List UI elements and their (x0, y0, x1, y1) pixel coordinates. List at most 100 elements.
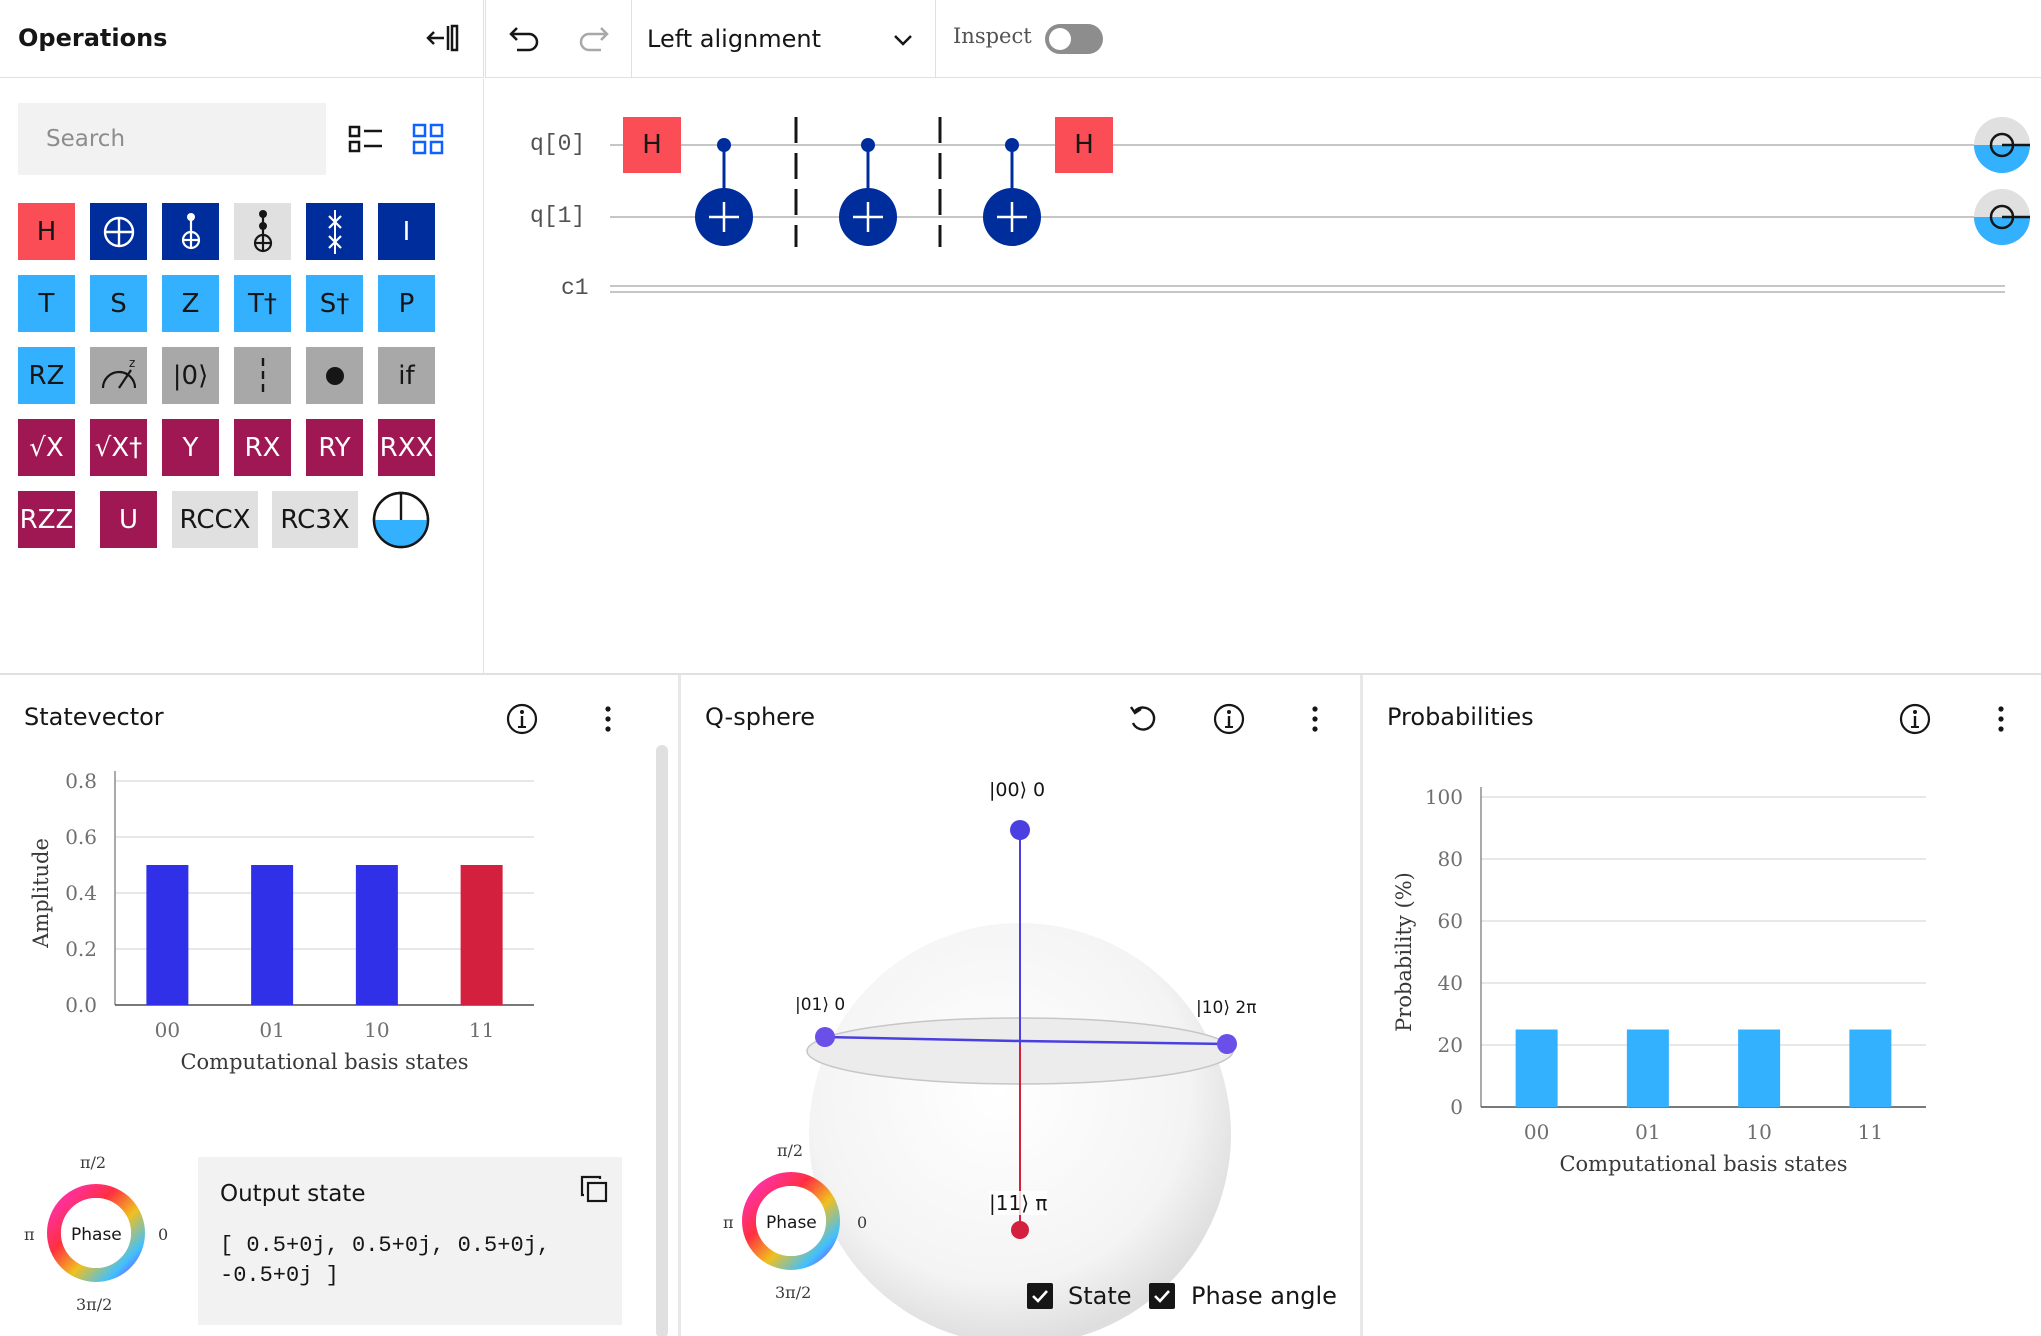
x-tick-label: 00 (155, 1018, 180, 1042)
gate-tdag[interactable]: T† (234, 275, 291, 332)
gate-rccx[interactable]: RCCX (172, 491, 258, 548)
barrier-gate[interactable] (234, 347, 291, 404)
circuit-h-gate[interactable] (1055, 117, 1113, 173)
gate-label: if (398, 360, 415, 391)
probability-disk-gate[interactable] (372, 491, 429, 548)
output-state-value: [ 0.5+0j, 0.5+0j, 0.5+0j, -0.5+0j ] (220, 1233, 551, 1288)
gate-rc3x[interactable]: RC3X (272, 491, 358, 548)
grid-view-icon[interactable] (408, 119, 448, 159)
gate-z[interactable]: Z (162, 275, 219, 332)
operations-title: Operations (18, 24, 168, 52)
phase-label-bottom: 3π/2 (76, 1295, 113, 1314)
state-checkbox-label: State (1068, 1282, 1132, 1310)
gate-ry[interactable]: RY (306, 419, 363, 476)
x-tick-label: 11 (469, 1018, 494, 1042)
y-tick-label: 0.8 (65, 769, 97, 793)
control-dot-icon (323, 364, 347, 388)
gate-p[interactable]: P (378, 275, 435, 332)
state-checkbox[interactable] (1027, 1283, 1053, 1309)
y-tick-label: 20 (1438, 1033, 1463, 1057)
bar-00[interactable] (146, 865, 189, 1005)
output-state-box: Output state [ 0.5+0j, 0.5+0j, 0.5+0j, -… (198, 1157, 622, 1325)
probability-disk-icon (372, 491, 430, 549)
controlled-x-gate[interactable] (162, 203, 219, 260)
swap-icon (318, 208, 352, 256)
gate-0[interactable]: |0⟩ (162, 347, 219, 404)
visualization-panels: Statevector 0.0 0.2 0.4 0.6 0.8 00 01 10 11 Compu… (0, 673, 2041, 1336)
panel-scrollbar[interactable] (656, 745, 668, 1336)
gate-sdag[interactable]: S† (306, 275, 363, 332)
redo-icon[interactable] (575, 20, 615, 60)
toffoli-icon (246, 208, 280, 256)
circuit-canvas: q[0] q[1] c1 H H (485, 79, 2041, 673)
collapse-panel-icon[interactable] (424, 20, 460, 56)
gate-rzz[interactable]: RZZ (18, 491, 75, 548)
swap-gate[interactable] (306, 203, 363, 260)
gate-label: T† (248, 288, 277, 319)
alignment-select[interactable]: Left alignment (647, 14, 937, 64)
y-tick-label: 0.2 (65, 937, 97, 961)
gate-label: RY (318, 432, 351, 463)
gate-sqrtxdag[interactable]: √X† (90, 419, 147, 476)
qsphere-panel: Q-sphere |00⟩ 0 |01⟩ 0 |10⟩ 2π |11⟩ π Ph… (681, 675, 1362, 1336)
control-dot-gate[interactable] (306, 347, 363, 404)
toffoli-gate[interactable] (234, 203, 291, 260)
controlled-x-icon (174, 210, 208, 254)
phase-label-left: π (723, 1213, 734, 1232)
y-tick-label: 0.0 (65, 993, 97, 1017)
y-tick-label: 100 (1425, 785, 1463, 809)
bar-01[interactable] (1626, 1029, 1669, 1108)
measure-z-gate[interactable]: z (90, 347, 147, 404)
bar-00[interactable] (1515, 1029, 1558, 1108)
gate-y[interactable]: Y (162, 419, 219, 476)
gate-label: T (38, 288, 55, 319)
list-view-icon[interactable] (346, 119, 386, 159)
info-icon[interactable] (1897, 701, 1933, 737)
undo-icon[interactable] (503, 20, 543, 60)
x-tick-label: 10 (364, 1018, 389, 1042)
overflow-menu-icon[interactable] (1983, 701, 2019, 737)
circuit-h-gate[interactable] (623, 117, 681, 173)
bar-11[interactable] (460, 865, 503, 1005)
info-icon[interactable] (504, 701, 540, 737)
cnot-target-gate[interactable] (90, 203, 147, 260)
gate-if[interactable]: if (378, 347, 435, 404)
gate-rxx[interactable]: RXX (378, 419, 435, 476)
gate-s[interactable]: S (90, 275, 147, 332)
overflow-menu-icon[interactable] (590, 701, 626, 737)
phase-wheel-center: Phase (71, 1225, 122, 1245)
toggle-knob (1049, 28, 1071, 50)
statevector-title: Statevector (24, 703, 164, 731)
bar-11[interactable] (1849, 1029, 1892, 1108)
gate-h[interactable]: H (18, 203, 75, 260)
gate-label: H (36, 216, 57, 247)
gate-i[interactable]: I (378, 203, 435, 260)
gate-rz[interactable]: RZ (18, 347, 75, 404)
search-input[interactable] (18, 103, 326, 175)
bar-10[interactable] (1738, 1029, 1781, 1108)
circuit-cnot-gate[interactable] (695, 138, 753, 246)
gate-u[interactable]: U (100, 491, 157, 548)
y-tick-label: 0.6 (65, 825, 97, 849)
gate-t[interactable]: T (18, 275, 75, 332)
x-tick-label: 10 (1746, 1120, 1771, 1144)
probabilities-panel: Probabilities 0 20 40 60 80 100 00 01 10 11 Comput… (1363, 675, 2041, 1336)
gate-sqrtx[interactable]: √X (18, 419, 75, 476)
gate-label: Z (181, 288, 200, 319)
y-tick-label: 0.4 (65, 881, 97, 905)
chevron-down-icon (894, 35, 912, 46)
gate-label: I (402, 216, 411, 247)
gate-rx[interactable]: RX (234, 419, 291, 476)
circuit-cnot-gate[interactable] (839, 138, 897, 246)
gate-label: RXX (379, 432, 434, 463)
inspect-label: Inspect (953, 24, 1032, 48)
phase-angle-checkbox[interactable] (1149, 1283, 1175, 1309)
copy-icon[interactable] (578, 1173, 610, 1205)
circuit-cnot-gate[interactable] (983, 138, 1041, 246)
bar-01[interactable] (251, 865, 294, 1005)
gate-label: Y (182, 432, 199, 463)
gate-label: S (110, 288, 127, 319)
gate-label: RCCX (179, 504, 251, 535)
bar-10[interactable] (355, 865, 398, 1005)
inspect-toggle[interactable] (1045, 24, 1103, 54)
